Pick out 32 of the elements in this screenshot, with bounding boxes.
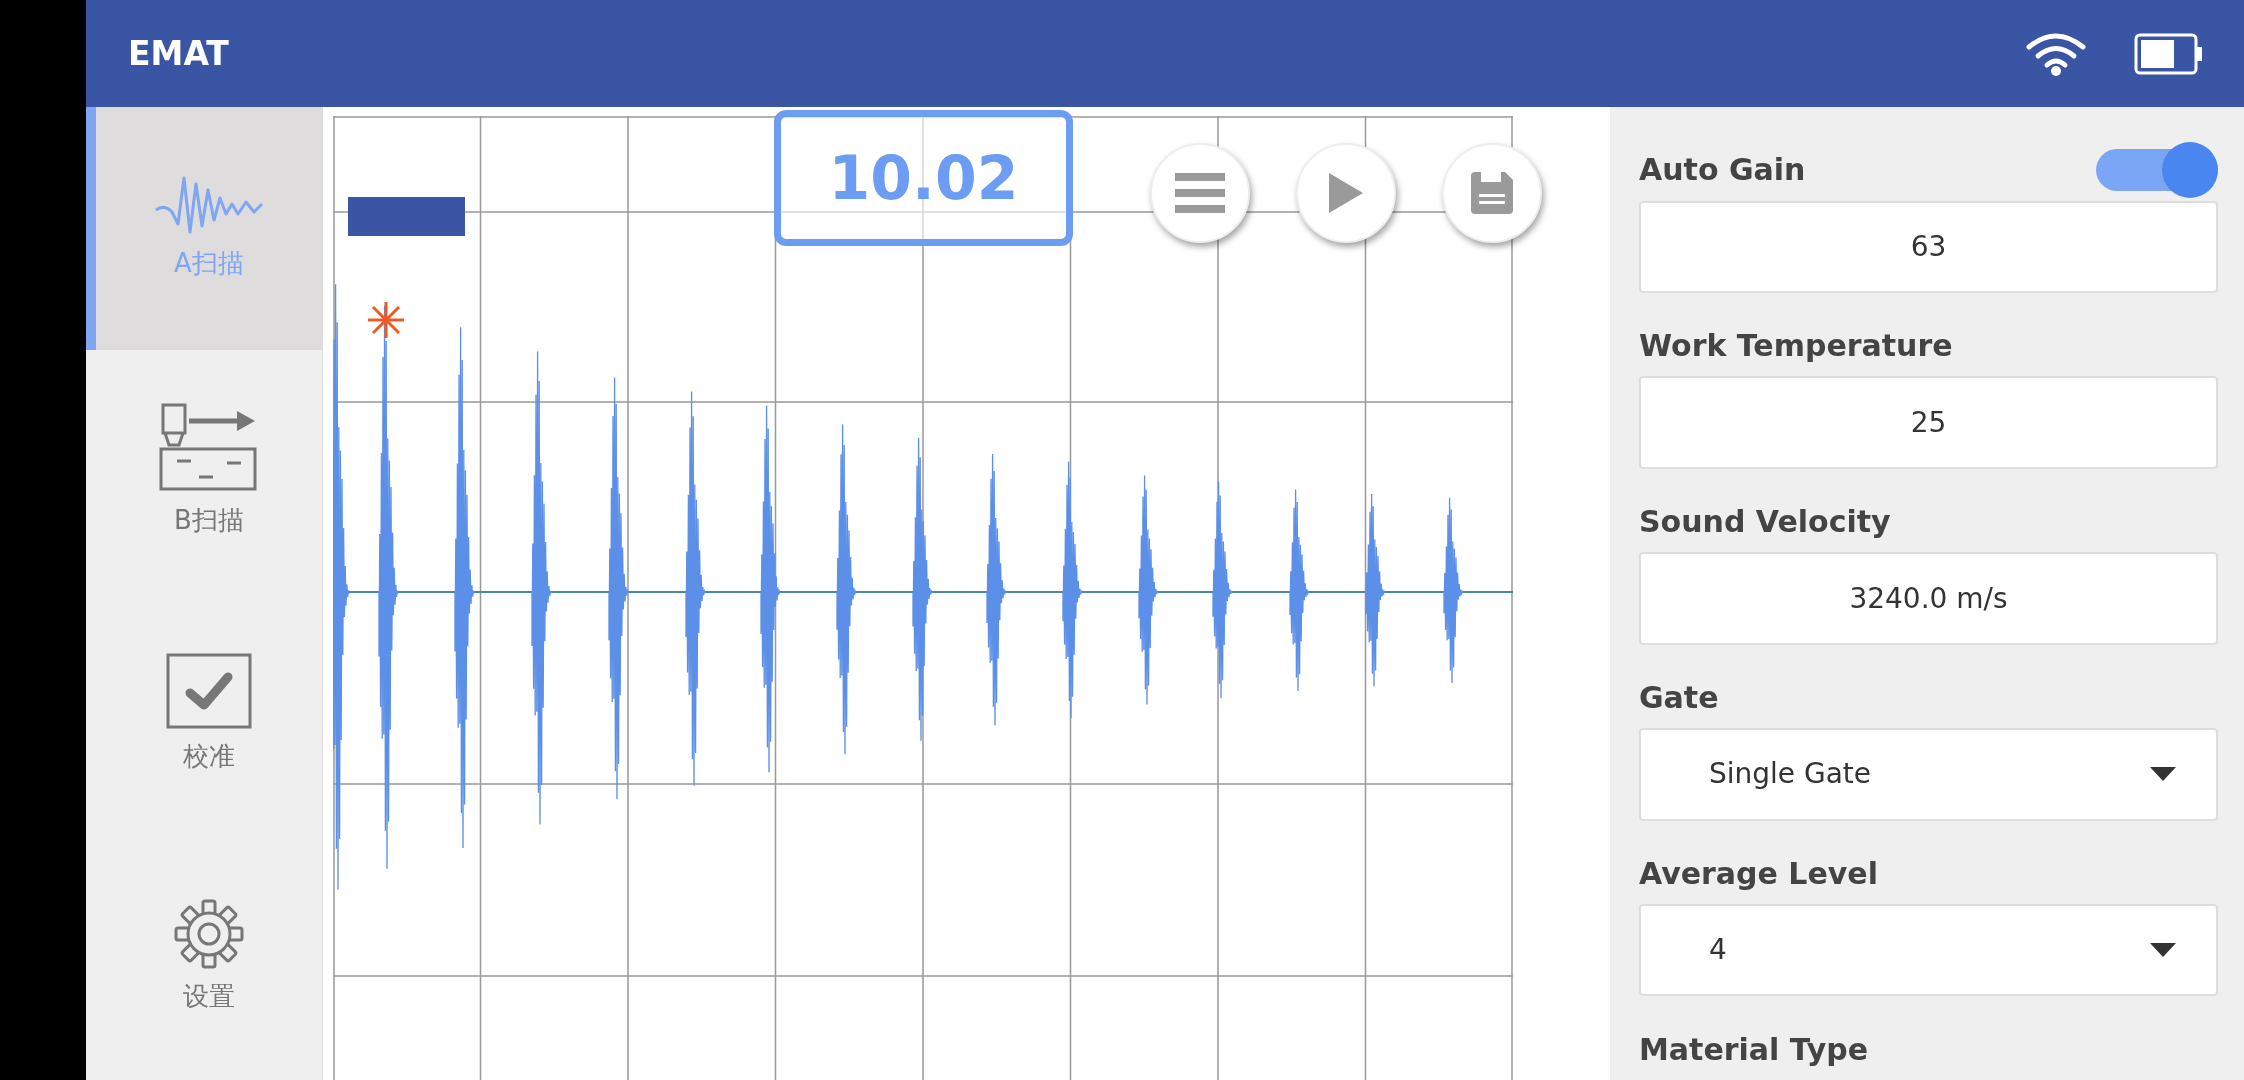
- setting-label: Material Type: [1639, 1030, 1869, 1069]
- caret-icon: [2150, 943, 2176, 958]
- setting-label: Sound Velocity: [1639, 503, 1891, 542]
- settings-icon: [174, 899, 244, 969]
- caret-icon: [2150, 767, 2176, 782]
- battery-icon: [2134, 32, 2204, 75]
- app-title: EMAT: [128, 32, 229, 75]
- setting-label: Gate: [1639, 678, 1719, 717]
- thickness-reading: 10.02: [774, 110, 1073, 246]
- menu-icon: [1175, 173, 1225, 213]
- setting-label: Work Temperature: [1639, 327, 1953, 366]
- wifi-icon: [2026, 31, 2086, 76]
- input-field[interactable]: 25: [1639, 376, 2218, 469]
- menu-button[interactable]: [1150, 143, 1250, 243]
- checkbox-check-icon: [166, 653, 252, 729]
- setting-label: Auto Gain: [1639, 151, 1806, 190]
- dropdown-field[interactable]: Single Gate: [1639, 728, 2218, 821]
- save-button[interactable]: [1442, 143, 1542, 243]
- nav-tab[interactable]: 校准: [86, 593, 322, 836]
- peak-marker-icon: [368, 302, 404, 338]
- save-icon: [1469, 170, 1515, 216]
- dropdown-field[interactable]: 4: [1639, 904, 2218, 997]
- input-field[interactable]: 63: [1639, 200, 2218, 293]
- setting-label: Average Level: [1639, 854, 1878, 893]
- probe-scan-icon: [159, 403, 259, 493]
- auto-gain-switch[interactable]: [2096, 141, 2218, 198]
- play-button[interactable]: [1296, 143, 1396, 243]
- nav-tab[interactable]: 设置: [86, 836, 322, 1079]
- play-icon: [1327, 171, 1365, 215]
- nav-tab[interactable]: B扫描: [86, 350, 322, 593]
- waveform-icon: [154, 174, 264, 236]
- input-field[interactable]: 3240.0 m/s: [1639, 552, 2218, 645]
